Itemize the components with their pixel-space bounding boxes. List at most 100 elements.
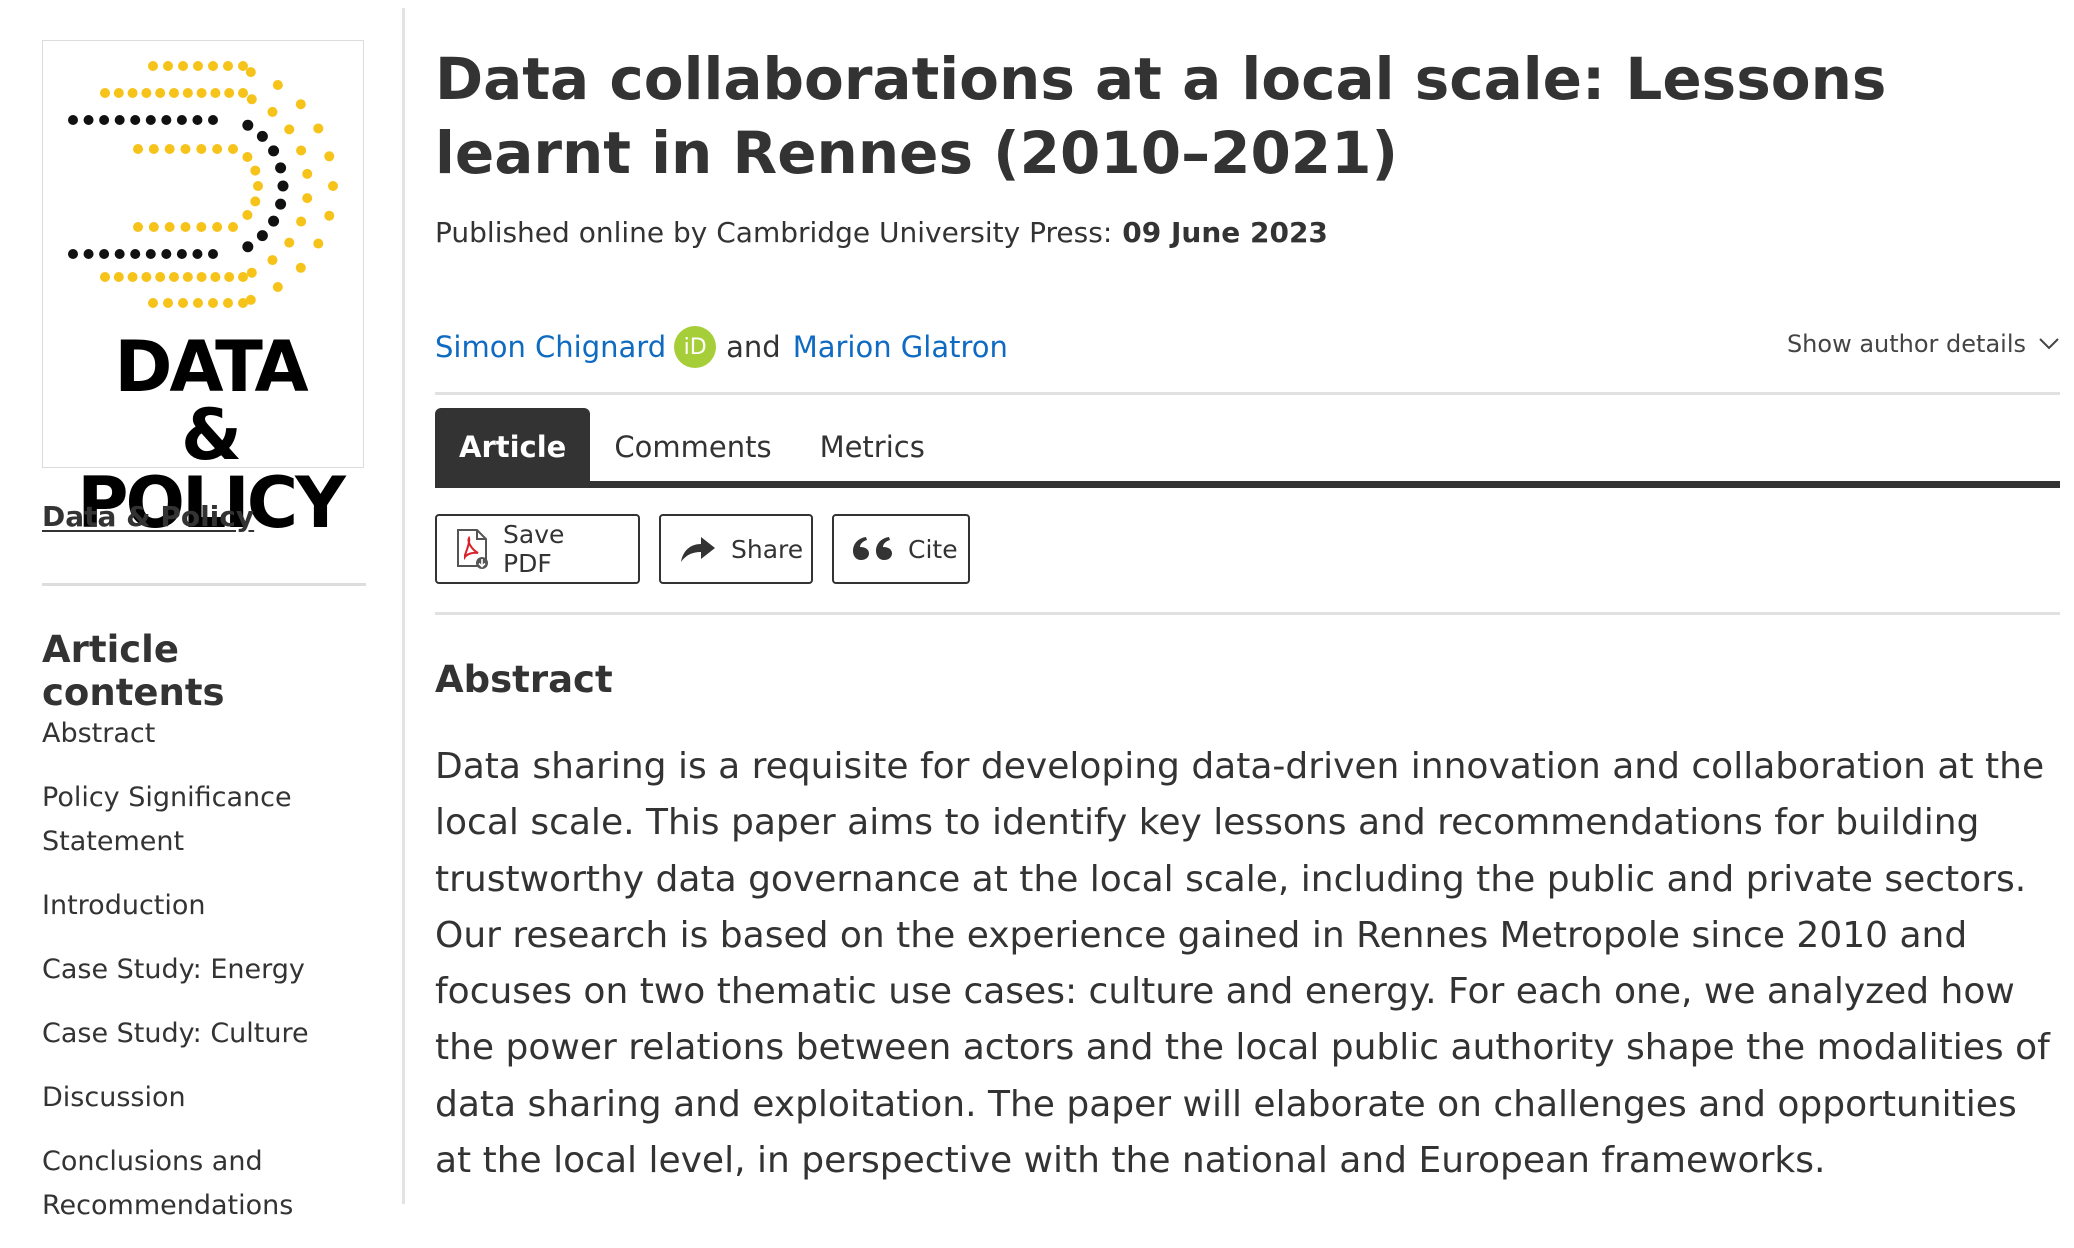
logo-dot — [295, 262, 306, 273]
logo-dot — [250, 165, 261, 176]
logo-dot — [324, 210, 335, 221]
tab-article[interactable]: Article — [435, 408, 591, 486]
journal-logo[interactable]: DATA & POLICY — [42, 40, 364, 538]
orcid-icon[interactable]: iD — [674, 326, 717, 368]
logo-dot — [163, 298, 173, 308]
logo-dot — [113, 272, 124, 282]
logo-dot — [127, 272, 138, 282]
logo-dot — [161, 115, 172, 125]
logo-dot — [208, 115, 218, 125]
logo-dot — [208, 61, 218, 71]
logo-dot — [328, 181, 338, 191]
logo-dot — [196, 144, 207, 154]
logo-dot — [130, 115, 141, 125]
show-author-details-label: Show author details — [1786, 330, 2026, 358]
logo-dot — [164, 222, 175, 232]
published-label: Published online by Cambridge University… — [435, 216, 1113, 249]
article-title: Data collaborations at a local scale: Le… — [435, 45, 1887, 187]
share-button[interactable]: Share — [659, 514, 813, 584]
logo-dot — [193, 61, 203, 71]
logo-dot — [245, 67, 256, 78]
save-pdf-button[interactable]: Save PDF — [435, 514, 640, 584]
show-author-details-toggle[interactable]: Show author details — [1787, 330, 2060, 358]
toc-item-conclusions[interactable]: Conclusions and Recommendations — [42, 1140, 322, 1228]
logo-dot — [182, 272, 193, 282]
logo-dot — [302, 193, 313, 204]
logo-dot — [127, 88, 138, 98]
logo-dot — [296, 145, 307, 156]
author-list: Simon Chignard iD and Marion Glatron — [435, 326, 1008, 368]
share-arrow-icon — [681, 537, 715, 562]
logo-dot — [196, 88, 207, 98]
logo-dot — [267, 255, 278, 266]
logo-dot — [256, 230, 268, 242]
logo-dot — [302, 168, 313, 179]
logo-dot — [250, 196, 261, 207]
author-link-glatron[interactable]: Marion Glatron — [793, 330, 1008, 364]
logo-dot — [238, 61, 248, 71]
logo-dot — [113, 88, 124, 98]
logo-dot — [180, 144, 191, 154]
journal-logo-dots — [68, 61, 338, 308]
logo-dot — [155, 272, 166, 282]
logo-dot — [99, 249, 110, 259]
logo-dot — [182, 88, 193, 98]
logo-dot — [313, 123, 324, 134]
tab-metrics[interactable]: Metrics — [796, 408, 949, 486]
cite-label: Cite — [908, 534, 958, 564]
chevron-down-icon — [2039, 338, 2059, 350]
toc-item-discussion[interactable]: Discussion — [42, 1076, 322, 1120]
logo-dot — [163, 61, 173, 71]
toc-item-introduction[interactable]: Introduction — [42, 884, 322, 928]
logo-dot — [208, 249, 218, 259]
logo-dot — [145, 249, 156, 259]
logo-dot — [169, 272, 179, 282]
toc-item-case-study-energy[interactable]: Case Study: Energy — [42, 948, 322, 992]
logo-dot — [176, 249, 187, 259]
toc-item-abstract[interactable]: Abstract — [42, 712, 322, 756]
journal-name-link[interactable]: Data & Policy — [42, 500, 254, 533]
logo-dot — [324, 151, 335, 162]
logo-dot — [272, 281, 283, 292]
logo-dot — [100, 88, 110, 98]
logo-dot — [275, 162, 287, 174]
save-pdf-label: Save PDF — [503, 520, 565, 578]
author-link-chignard[interactable]: Simon Chignard — [435, 330, 666, 364]
logo-dot — [268, 215, 280, 227]
logo-dot — [267, 106, 278, 117]
cite-button[interactable]: Cite — [832, 514, 970, 584]
author-separator: and — [726, 330, 781, 364]
toc-item-case-study-culture[interactable]: Case Study: Culture — [42, 1012, 322, 1056]
toc-item-policy-significance[interactable]: Policy Significance Statement — [42, 776, 322, 864]
logo-dot — [141, 88, 152, 98]
logo-dot — [253, 181, 263, 191]
logo-dot — [114, 249, 125, 259]
logo-dot — [210, 272, 221, 282]
logo-dot — [68, 249, 78, 259]
sidebar-divider — [42, 583, 366, 586]
logo-dot — [133, 144, 143, 154]
logo-dot — [208, 298, 218, 308]
logo-dot — [284, 124, 295, 135]
tab-comments[interactable]: Comments — [590, 408, 795, 486]
logo-dot — [130, 249, 141, 259]
logo-dot — [223, 298, 233, 308]
logo-dot — [223, 61, 233, 71]
logo-dot — [245, 294, 256, 305]
logo-dot — [242, 241, 254, 253]
quote-icon — [853, 537, 892, 560]
logo-dot — [272, 80, 283, 91]
logo-dot — [178, 298, 188, 308]
logo-dot — [100, 272, 110, 282]
logo-dot — [68, 115, 78, 125]
logo-dot — [196, 222, 207, 232]
logo-dot — [148, 298, 158, 308]
logo-dot — [242, 119, 254, 131]
actions-divider — [435, 612, 2060, 615]
sidebar-separator — [402, 8, 405, 1204]
logo-dot — [180, 222, 191, 232]
logo-dot — [275, 198, 287, 210]
logo-dot — [277, 180, 289, 192]
logo-dot — [99, 115, 110, 125]
logo-dot — [284, 237, 295, 248]
